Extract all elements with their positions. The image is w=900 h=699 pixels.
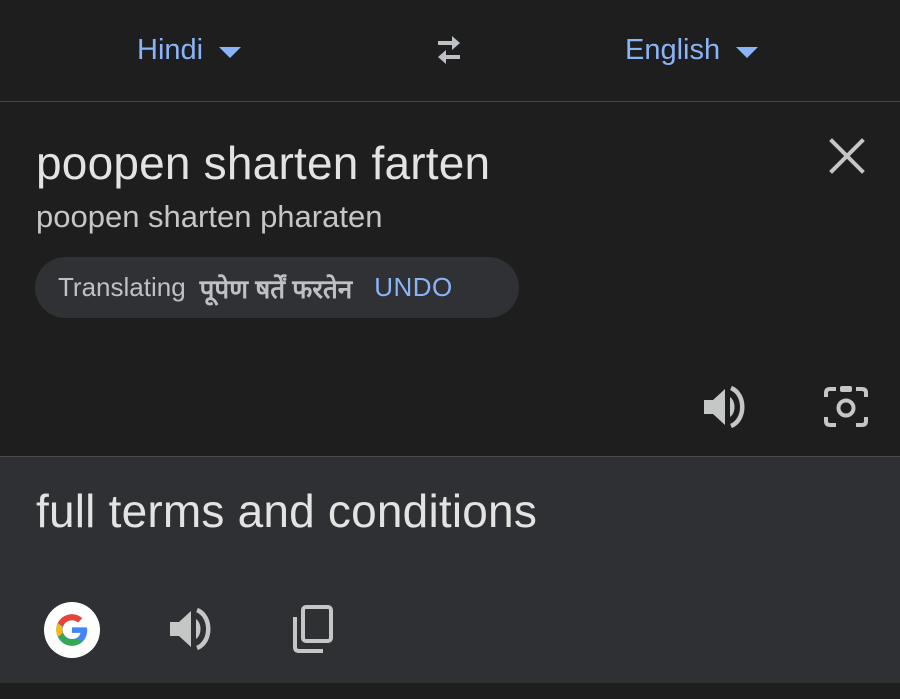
camera-translate-button[interactable] xyxy=(822,383,870,431)
copy-icon xyxy=(293,605,333,653)
chip-hindi-text: पूपेण षर्तें फरतेन xyxy=(199,273,353,304)
camera-icon xyxy=(824,386,868,427)
swap-arrows-icon xyxy=(438,36,460,64)
speaker-icon xyxy=(170,607,211,651)
google-logo-icon xyxy=(56,614,88,646)
transliteration-text: poopen sharten pharaten xyxy=(36,199,383,234)
swap-languages-button[interactable] xyxy=(426,30,472,70)
source-text-input[interactable]: poopen sharten farten xyxy=(36,136,490,190)
bottom-edge xyxy=(0,683,900,699)
speaker-icon xyxy=(704,385,745,429)
source-language-label: Hindi xyxy=(137,33,204,66)
source-dropdown-arrow-icon xyxy=(219,46,242,58)
target-dropdown-arrow-icon xyxy=(736,46,759,58)
source-language-selector[interactable]: Hindi xyxy=(137,30,242,70)
google-logo-button[interactable] xyxy=(44,602,100,658)
translating-suggestion-chip: Translating पूपेण षर्तें फरतेन UNDO xyxy=(35,257,519,318)
output-panel: full terms and conditions xyxy=(0,456,900,683)
copy-translation-button[interactable] xyxy=(289,603,337,655)
input-panel: poopen sharten farten poopen sharten pha… xyxy=(0,103,900,456)
listen-source-button[interactable] xyxy=(700,383,748,431)
target-language-selector[interactable]: English xyxy=(625,30,759,70)
chip-label: Translating xyxy=(58,272,186,302)
close-icon xyxy=(829,138,865,174)
language-bar: Hindi English xyxy=(0,0,900,102)
target-language-label: English xyxy=(625,33,721,66)
undo-button[interactable]: UNDO xyxy=(374,272,453,303)
listen-translation-button[interactable] xyxy=(166,605,214,653)
translated-text: full terms and conditions xyxy=(36,485,538,537)
clear-input-button[interactable] xyxy=(826,135,868,177)
